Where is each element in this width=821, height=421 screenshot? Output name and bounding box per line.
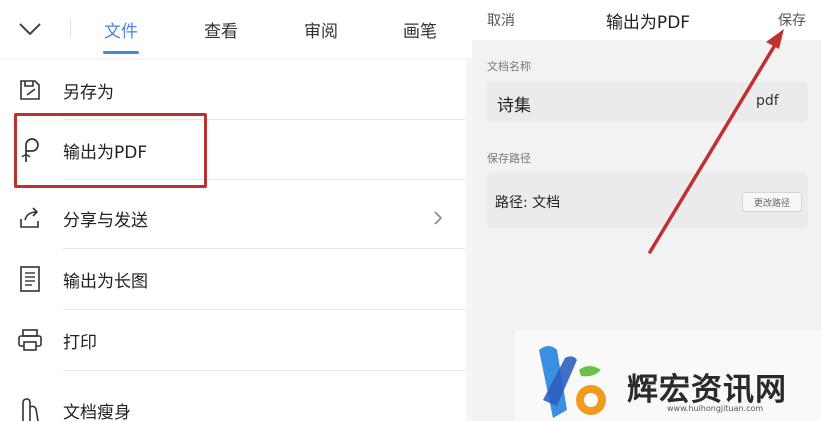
- file-name-value: 诗集: [497, 96, 531, 116]
- topbar-divider: [70, 18, 71, 38]
- menu-item-slim-document[interactable]: 文档瘦身: [0, 380, 466, 421]
- menu-item-label: 另存为: [63, 83, 114, 103]
- chevron-right-icon: [434, 211, 443, 225]
- cancel-button[interactable]: 取消: [487, 10, 515, 30]
- watermark-logo-icon: [539, 346, 606, 418]
- top-tab-bar: 文件 查看 审阅 画笔: [0, 0, 472, 58]
- tab-review[interactable]: 审阅: [304, 17, 338, 42]
- menu-item-export-long-image[interactable]: 输出为长图: [0, 249, 466, 309]
- tab-file[interactable]: 文件: [104, 17, 138, 42]
- document-name-label: 文档名称: [487, 60, 531, 73]
- dialog-header: 取消 输出为PDF 保存: [472, 0, 821, 40]
- menu-divider: [63, 370, 466, 371]
- tab-pen[interactable]: 画笔: [403, 17, 437, 42]
- save-path-label: 保存路径: [487, 152, 531, 165]
- watermark-url: www.huihongjituan.com: [667, 404, 764, 413]
- menu-item-label: 打印: [63, 333, 97, 353]
- menu-item-share-send[interactable]: 分享与发送: [0, 188, 466, 248]
- save-button[interactable]: 保存: [778, 10, 806, 30]
- file-name-input[interactable]: 诗集: [487, 82, 737, 122]
- highlight-annotation-box: [14, 113, 207, 188]
- change-path-button[interactable]: 更改路径: [742, 192, 802, 212]
- collapse-button[interactable]: [16, 17, 44, 41]
- menu-item-print[interactable]: 打印: [0, 310, 466, 370]
- menu-item-label: 文档瘦身: [63, 403, 131, 421]
- watermark: 辉宏资讯网 www.huihongjituan.com: [515, 330, 821, 421]
- file-extension-field: pdf: [738, 82, 808, 122]
- file-extension-value: pdf: [756, 93, 779, 109]
- active-tab-indicator: [103, 51, 139, 54]
- save-path-value: 路径: 文档: [495, 195, 561, 211]
- dialog-title: 输出为PDF: [605, 13, 691, 33]
- watermark-text: 辉宏资讯网: [627, 372, 787, 408]
- share-icon: [17, 204, 43, 232]
- printer-icon: [17, 326, 43, 354]
- menu-item-save-as[interactable]: 另存为: [0, 60, 466, 120]
- slim-document-icon: [17, 396, 43, 421]
- save-as-icon: [17, 76, 43, 104]
- save-path-row: 路径: 文档 更改路径: [487, 173, 808, 228]
- tab-view[interactable]: 查看: [204, 17, 238, 42]
- menu-item-label: 分享与发送: [63, 211, 148, 231]
- menu-item-label: 输出为长图: [63, 272, 148, 292]
- chevron-down-icon: [19, 23, 41, 36]
- file-menu-panel: 文件 查看 审阅 画笔 另存为 输出为PDF 分享与发送 输出为长图 打印 文档…: [0, 0, 472, 421]
- long-image-icon: [17, 265, 43, 293]
